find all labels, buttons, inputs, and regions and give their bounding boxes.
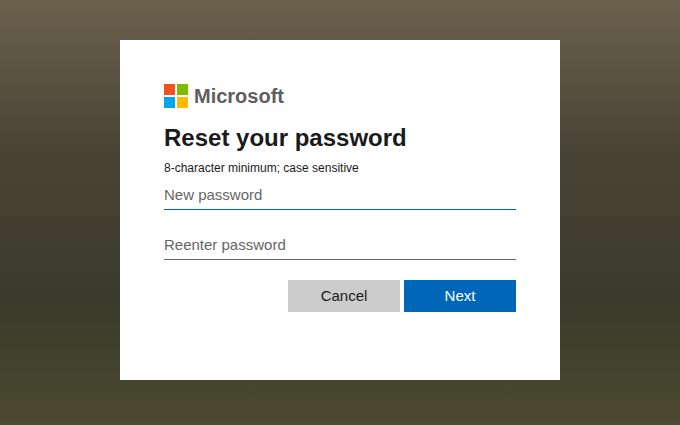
password-input[interactable] xyxy=(164,184,516,207)
microsoft-logo: Microsoft xyxy=(164,84,516,108)
password-field[interactable] xyxy=(164,182,516,210)
brand-name: Microsoft xyxy=(194,86,284,106)
password-hint: 8-character minimum; case sensitive xyxy=(164,160,516,176)
page: Microsoft Reset your password 8-character … xyxy=(0,0,680,425)
password-input[interactable] xyxy=(164,234,516,257)
cancel-button[interactable]: Cancel xyxy=(288,280,400,312)
reset-password-card: Microsoft Reset your password 8-character … xyxy=(120,40,560,380)
dialog-title: Reset your password xyxy=(164,122,516,154)
button-row: CancelNext xyxy=(164,280,516,312)
fields xyxy=(164,182,516,260)
microsoft-logo-icon xyxy=(164,84,188,108)
next-button[interactable]: Next xyxy=(404,280,516,312)
password-field[interactable] xyxy=(164,232,516,260)
